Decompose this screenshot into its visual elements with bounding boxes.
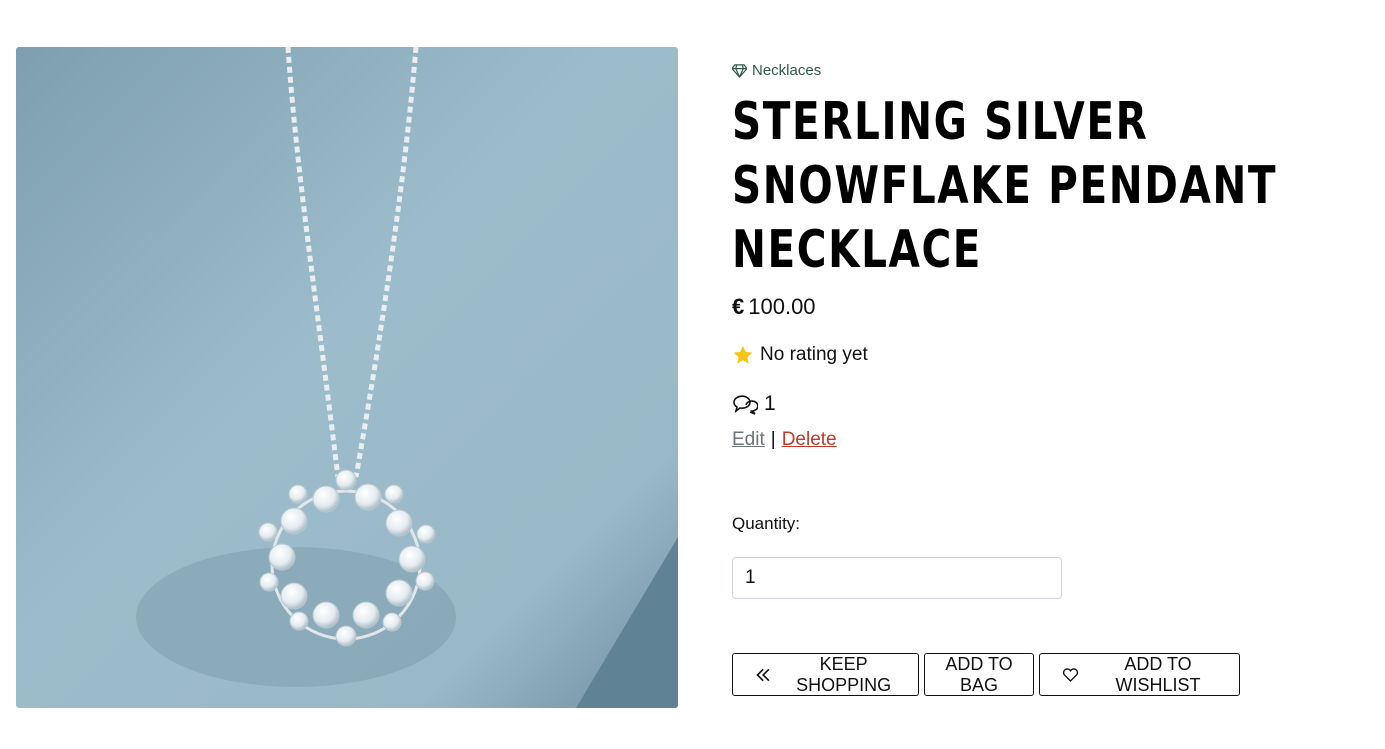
price-value: 100.00 bbox=[748, 294, 816, 319]
quantity-label: Quantity: bbox=[732, 514, 801, 533]
product-price: € 100.00 bbox=[732, 294, 816, 320]
add-to-wishlist-label: Add to Wishlist bbox=[1115, 653, 1201, 695]
comment-count: 1 bbox=[732, 392, 776, 416]
star-icon bbox=[733, 345, 753, 364]
add-to-bag-button[interactable]: Add to Bag bbox=[924, 653, 1034, 696]
keep-shopping-button[interactable]: Keep Shopping bbox=[732, 653, 919, 696]
add-to-bag-label: Add to Bag bbox=[945, 653, 1013, 695]
category-label: Necklaces bbox=[752, 61, 822, 79]
gem-icon bbox=[732, 63, 747, 78]
heart-icon bbox=[1062, 667, 1079, 682]
rating: No rating yet bbox=[732, 344, 868, 366]
admin-actions: Edit | Delete bbox=[732, 429, 837, 451]
edit-link[interactable]: Edit bbox=[732, 429, 765, 451]
comments-icon bbox=[733, 395, 758, 415]
category-link[interactable]: Necklaces bbox=[732, 58, 1352, 82]
admin-separator: | bbox=[770, 429, 776, 450]
quantity-input[interactable] bbox=[732, 557, 1062, 599]
product-image bbox=[16, 47, 678, 708]
product-info: Necklaces Sterling Silver Snowflake Pend… bbox=[732, 58, 1352, 696]
necklace-photo bbox=[16, 47, 678, 708]
add-to-wishlist-button[interactable]: Add to Wishlist bbox=[1039, 653, 1240, 696]
chevrons-left-icon bbox=[756, 668, 770, 681]
product-buttons: Keep Shopping Add to Bag Add to Wishlist bbox=[732, 653, 1240, 696]
currency-symbol: € bbox=[732, 294, 745, 319]
rating-text: No rating yet bbox=[760, 344, 868, 365]
comment-count-value: 1 bbox=[764, 392, 776, 415]
keep-shopping-label: Keep Shopping bbox=[796, 653, 892, 695]
delete-link[interactable]: Delete bbox=[782, 429, 837, 451]
product-title: Sterling Silver Snowflake Pendant Neckla… bbox=[732, 92, 1278, 280]
